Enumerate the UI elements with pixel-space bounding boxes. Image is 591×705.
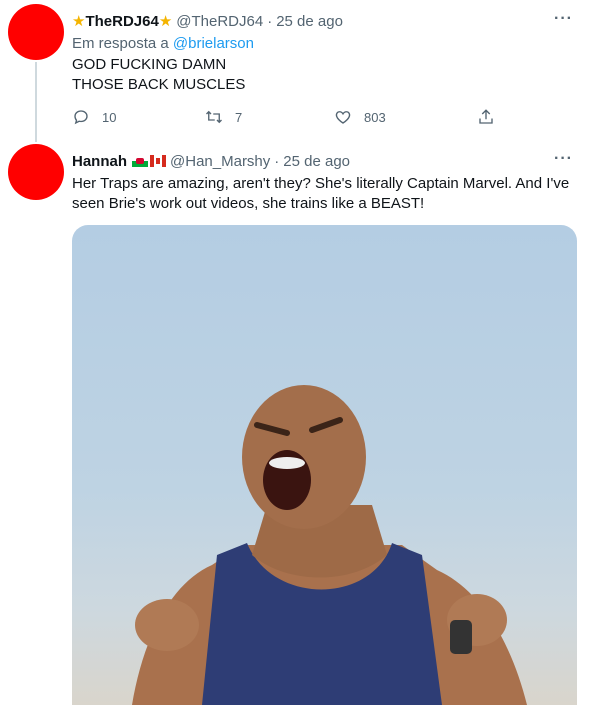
reply-icon xyxy=(74,110,88,125)
like-button[interactable]: 803 xyxy=(334,108,386,126)
separator: · xyxy=(267,12,273,30)
tweet-media-image[interactable] xyxy=(72,225,577,705)
tweet-text-line: THOSE BACK MUSCLES xyxy=(72,76,246,93)
tweet-therdj64[interactable]: ★ TheRDJ64 ★ @TheRDJ64 · 25 de ago ··· E… xyxy=(0,0,591,142)
reply-count: 10 xyxy=(102,109,117,125)
retweet-button[interactable]: 7 xyxy=(205,108,242,126)
share-button[interactable] xyxy=(477,108,495,126)
action-bar: 10 7 803 xyxy=(72,108,502,128)
tweet-header: Hannah @Han_Marshy · 25 de ago xyxy=(72,151,577,171)
canada-flag-icon xyxy=(150,155,167,167)
retweet-icon xyxy=(206,110,222,124)
tweet-text: Her Traps are amazing, aren't they? She'… xyxy=(72,175,570,212)
avatar[interactable] xyxy=(8,4,64,60)
share-icon xyxy=(479,109,493,124)
user-handle[interactable]: @TheRDJ64 xyxy=(176,13,263,30)
like-icon xyxy=(335,111,351,124)
tweet-text-line: GOD FUCKING DAMN xyxy=(72,56,227,73)
star-icon: ★ xyxy=(72,13,86,30)
more-icon[interactable]: ··· xyxy=(554,150,573,168)
like-count: 803 xyxy=(364,109,386,125)
tweet-header: ★ TheRDJ64 ★ @TheRDJ64 · 25 de ago xyxy=(72,11,577,31)
separator: · xyxy=(274,152,280,170)
star-icon: ★ xyxy=(158,13,173,30)
user-handle[interactable]: @Han_Marshy xyxy=(170,153,270,170)
reply-prefix: Em resposta a xyxy=(72,35,169,52)
reply-to-link[interactable]: @brielarson xyxy=(173,35,254,52)
media-illustration xyxy=(132,385,527,705)
tweet-text: GOD FUCKING DAMN THOSE BACK MUSCLES xyxy=(72,55,245,95)
retweet-count: 7 xyxy=(235,109,243,125)
tweet-date[interactable]: 25 de ago xyxy=(283,153,350,170)
avatar[interactable] xyxy=(8,144,64,200)
reply-button[interactable]: 10 xyxy=(72,108,116,126)
more-icon[interactable]: ··· xyxy=(554,10,573,28)
tweet-date[interactable]: 25 de ago xyxy=(276,13,343,30)
display-name[interactable]: Hannah xyxy=(72,153,127,170)
thread-line xyxy=(35,62,37,142)
display-name[interactable]: TheRDJ64 xyxy=(85,13,158,30)
tweet-hannah[interactable]: Hannah @Han_Marshy · 25 de ago ··· Her T… xyxy=(0,140,591,705)
reply-context: Em resposta a @brielarson xyxy=(72,35,254,52)
wales-flag-icon xyxy=(132,155,149,167)
